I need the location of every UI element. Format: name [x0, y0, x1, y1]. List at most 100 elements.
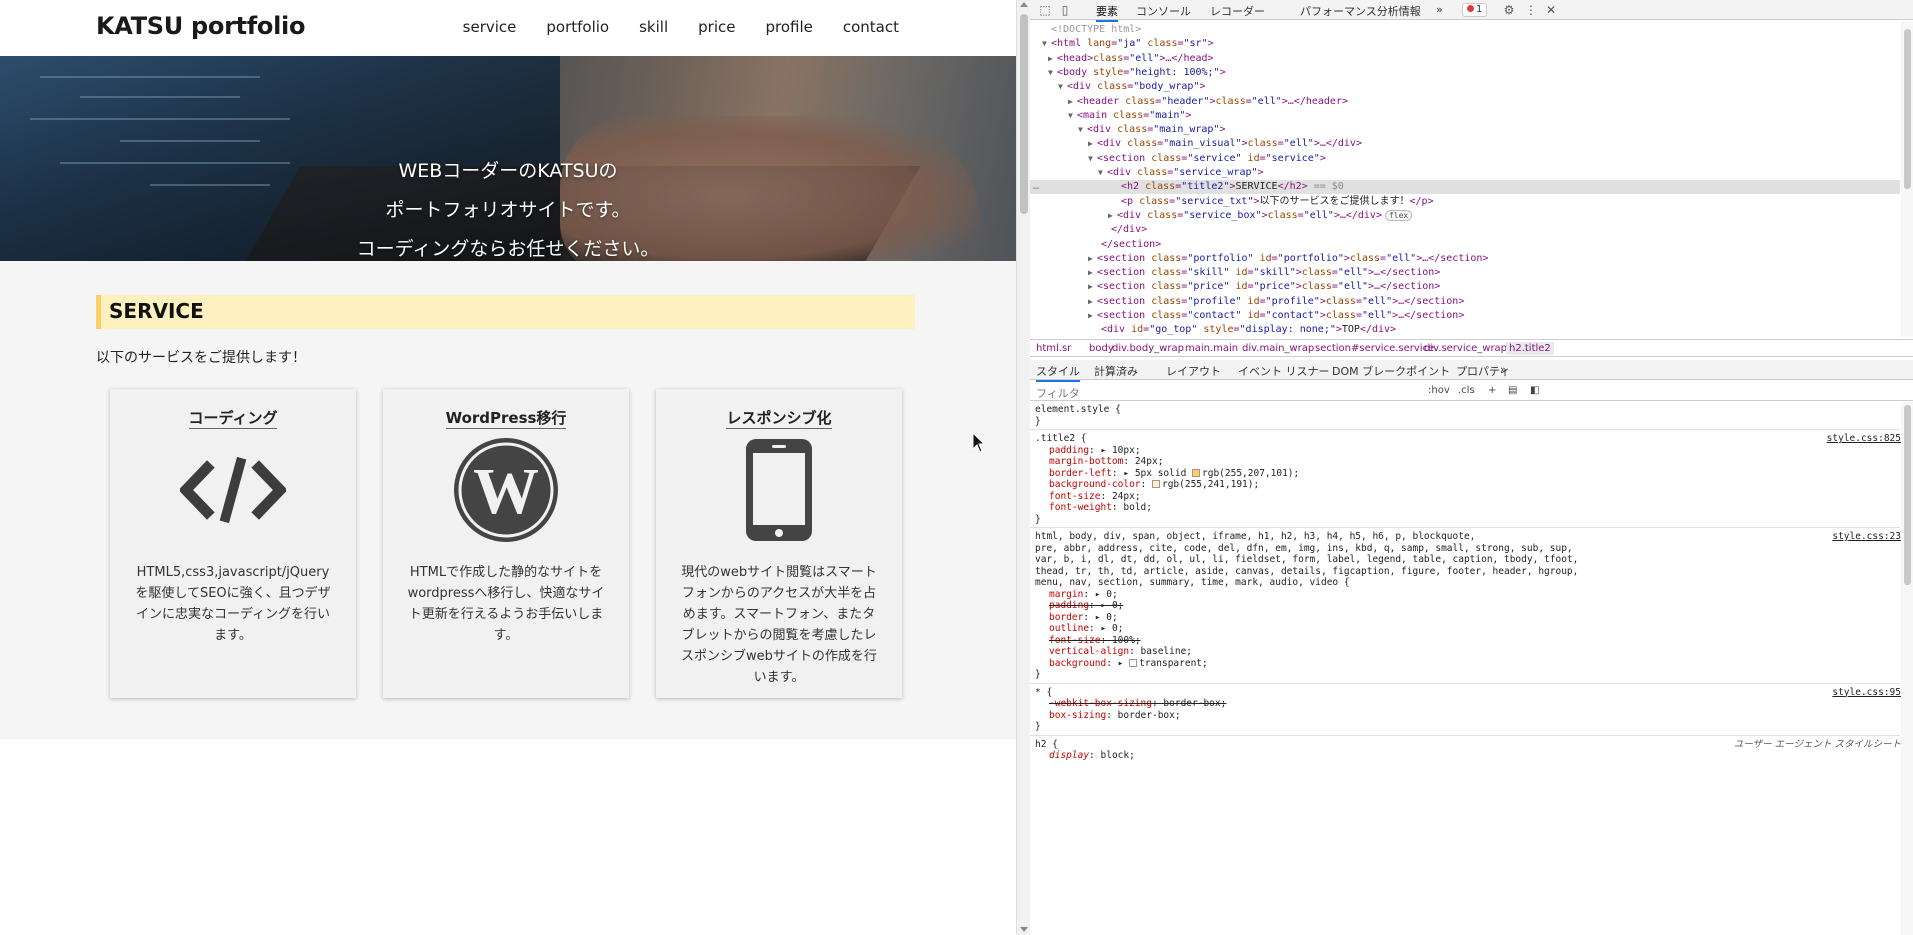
dom-node[interactable]: <!DOCTYPE html> — [1030, 23, 1900, 37]
devtools-toolbar: ⬚ ▯ 要素 コンソール レコーダー パフォーマンス分析情報 » 1 ⚙ ⋮ ✕ — [1030, 0, 1913, 22]
device-toolbar-icon[interactable]: ▯ — [1058, 3, 1072, 17]
style-property[interactable]: margin-bottom: 24px; — [1049, 456, 1163, 468]
styles-subtab[interactable]: 計算済み — [1094, 363, 1138, 379]
style-rule-selector[interactable]: pre, abbr, address, cite, code, del, dfn… — [1035, 543, 1573, 555]
styles-subtab[interactable]: スタイル — [1036, 363, 1080, 382]
style-line[interactable]: } — [1035, 721, 1041, 733]
breadcrumb-item[interactable]: section#service.service — [1315, 343, 1434, 354]
computed-styles-icon[interactable]: ▤ — [1508, 385, 1517, 396]
dom-node[interactable]: ▶ <header class="header">class="ell">…</h… — [1030, 95, 1900, 109]
nav-price[interactable]: price — [698, 18, 735, 36]
styles-subtab[interactable]: イベント リスナー — [1238, 363, 1330, 379]
dom-node[interactable]: ▶ <section class="profile" id="profile">c… — [1030, 295, 1900, 309]
style-rule-selector[interactable]: thead, tr, th, td, article, aside, canva… — [1035, 566, 1578, 578]
web-page: KATSU portfolio service portfolio skill … — [0, 0, 1016, 935]
style-property[interactable]: outline: ▸ 0; — [1049, 623, 1123, 635]
style-rule-selector[interactable]: element.style { — [1035, 404, 1121, 416]
nav-skill[interactable]: skill — [639, 18, 668, 36]
style-source-link[interactable]: style.css:825 — [1827, 433, 1901, 445]
styles-subtab[interactable]: » — [1500, 363, 1507, 376]
dom-node[interactable]: ▼ <html lang="ja" class="sr"> — [1030, 37, 1900, 51]
error-count-badge[interactable]: 1 — [1462, 3, 1488, 17]
dom-node[interactable]: ▶ <section class="contact" id="contact">c… — [1030, 309, 1900, 323]
tab-performance-insights[interactable]: パフォーマンス分析情報 — [1300, 3, 1421, 19]
code-icon — [180, 437, 286, 543]
style-rule-selector[interactable]: menu, nav, section, summary, time, mark,… — [1035, 577, 1350, 589]
settings-gear-icon[interactable]: ⚙ — [1502, 3, 1516, 17]
nav-service[interactable]: service — [463, 18, 517, 36]
dom-node[interactable]: ▶ <head>class="ell">…</head> — [1030, 52, 1900, 66]
inspect-element-icon[interactable]: ⬚ — [1038, 3, 1052, 17]
breadcrumb-item[interactable]: html.sr — [1036, 343, 1071, 354]
styles-subtab[interactable]: DOM ブレークポイント — [1332, 363, 1450, 379]
new-rule-button[interactable]: + — [1488, 385, 1496, 396]
nav-profile[interactable]: profile — [765, 18, 812, 36]
dom-node[interactable]: <div id="go_top" style="display: none;">… — [1030, 323, 1900, 337]
breadcrumb-item[interactable]: h2.title2 — [1506, 342, 1554, 355]
cls-toggle[interactable]: .cls — [1458, 385, 1475, 396]
breadcrumb-item[interactable]: main.main — [1185, 343, 1238, 354]
styles-scrollbar[interactable] — [1901, 402, 1913, 935]
style-property[interactable]: font-weight: bold; — [1049, 502, 1152, 514]
style-property[interactable]: border: ▸ 0; — [1049, 612, 1118, 624]
style-property[interactable]: vertical-align: baseline; — [1049, 646, 1192, 658]
style-property[interactable]: -webkit-box-sizing: border-box; — [1049, 698, 1226, 710]
page-scrollbar[interactable] — [1016, 0, 1030, 935]
close-devtools-icon[interactable]: ✕ — [1544, 3, 1558, 17]
dom-node[interactable]: ▼ <div class="body_wrap"> — [1030, 80, 1900, 94]
dom-node[interactable]: ▶ <div class="main_visual">class="ell">…<… — [1030, 137, 1900, 151]
tab-recorder[interactable]: レコーダー — [1210, 3, 1265, 19]
breadcrumb-item[interactable]: body — [1089, 343, 1114, 354]
nav-portfolio[interactable]: portfolio — [546, 18, 609, 36]
style-property[interactable]: font-size: 100%; — [1049, 635, 1141, 647]
dom-node[interactable]: </section> — [1030, 238, 1900, 252]
style-line[interactable]: } — [1035, 669, 1041, 681]
dom-node[interactable]: ▶ <div class="service_box">class="ell">…<… — [1030, 209, 1900, 223]
breadcrumb-item[interactable]: div.main_wrap — [1242, 343, 1314, 354]
more-tabs-button[interactable]: » — [1436, 3, 1443, 16]
dom-node[interactable]: ▶ <section class="skill" id="skill">class… — [1030, 266, 1900, 280]
styles-filter-input[interactable]: フィルタ — [1036, 385, 1080, 401]
dom-node[interactable]: <p class="service_txt">以下のサービスをご提供します！</… — [1030, 195, 1900, 209]
style-line[interactable]: } — [1035, 416, 1041, 428]
style-rule-selector[interactable]: h2 { — [1035, 739, 1058, 751]
dom-node[interactable]: ▼ <div class="service_wrap"> — [1030, 166, 1900, 180]
style-property[interactable]: font-size: 24px; — [1049, 491, 1141, 503]
tab-elements[interactable]: 要素 — [1096, 3, 1118, 22]
style-rule-selector[interactable]: html, body, div, span, object, iframe, h… — [1035, 531, 1475, 543]
tab-console[interactable]: コンソール — [1136, 3, 1191, 19]
style-property[interactable]: padding: ▸ 10px; — [1049, 445, 1141, 457]
dom-node[interactable]: ▼ <div class="main_wrap"> — [1030, 123, 1900, 137]
site-logo[interactable]: KATSU portfolio — [96, 12, 305, 40]
style-property[interactable]: margin: ▸ 0; — [1049, 589, 1118, 601]
style-rule-selector[interactable]: var, b, i, dl, dt, dd, ol, ul, li, field… — [1035, 554, 1578, 566]
style-line[interactable]: } — [1035, 514, 1041, 526]
style-property[interactable]: padding: ▸ 0; — [1049, 600, 1123, 612]
dom-node[interactable]: ▼ <section class="service" id="service"> — [1030, 152, 1900, 166]
dom-node[interactable]: ▼ <body style="height: 100%;"> — [1030, 66, 1900, 80]
style-property[interactable]: background: ▸ transparent; — [1049, 658, 1208, 670]
dom-node[interactable]: </div> — [1030, 223, 1900, 237]
nav-contact[interactable]: contact — [843, 18, 899, 36]
hov-toggle[interactable]: :hov — [1428, 385, 1450, 396]
dom-node-selected[interactable]: … <h2 class="title2">SERVICE</h2> == $0 — [1030, 180, 1900, 195]
styles-subtab[interactable]: レイアウト — [1166, 363, 1221, 379]
style-source-link[interactable]: style.css:23 — [1832, 531, 1901, 543]
dom-node[interactable]: ▼ <main class="main"> — [1030, 109, 1900, 123]
dom-node[interactable]: ▶ <section class="price" id="price">class… — [1030, 280, 1900, 294]
style-source-link[interactable]: style.css:95 — [1832, 687, 1901, 699]
breadcrumb-item[interactable]: div.body_wrap — [1112, 343, 1184, 354]
style-property[interactable]: box-sizing: border-box; — [1049, 710, 1181, 722]
dom-tree-scrollbar[interactable] — [1901, 21, 1913, 337]
dom-node[interactable]: ▶ <section class="portfolio" id="portfoli… — [1030, 252, 1900, 266]
style-property[interactable]: display: block; — [1049, 750, 1135, 762]
style-rule-selector[interactable]: .title2 { — [1035, 433, 1086, 445]
style-property[interactable]: background-color: rgb(255,241,191); — [1049, 479, 1259, 491]
style-rule-selector[interactable]: * { — [1035, 687, 1052, 699]
page-scrollbar-thumb[interactable] — [1020, 14, 1028, 214]
breadcrumb-item[interactable]: div.service_wrap — [1424, 343, 1507, 354]
toggle-sidebar-icon[interactable]: ◧ — [1530, 385, 1539, 396]
more-options-icon[interactable]: ⋮ — [1524, 3, 1538, 17]
styles-filter-bar: フィルタ :hov .cls + ▤ ◧ — [1030, 381, 1913, 401]
style-property[interactable]: border-left: ▸ 5px solid rgb(255,207,101… — [1049, 468, 1299, 480]
